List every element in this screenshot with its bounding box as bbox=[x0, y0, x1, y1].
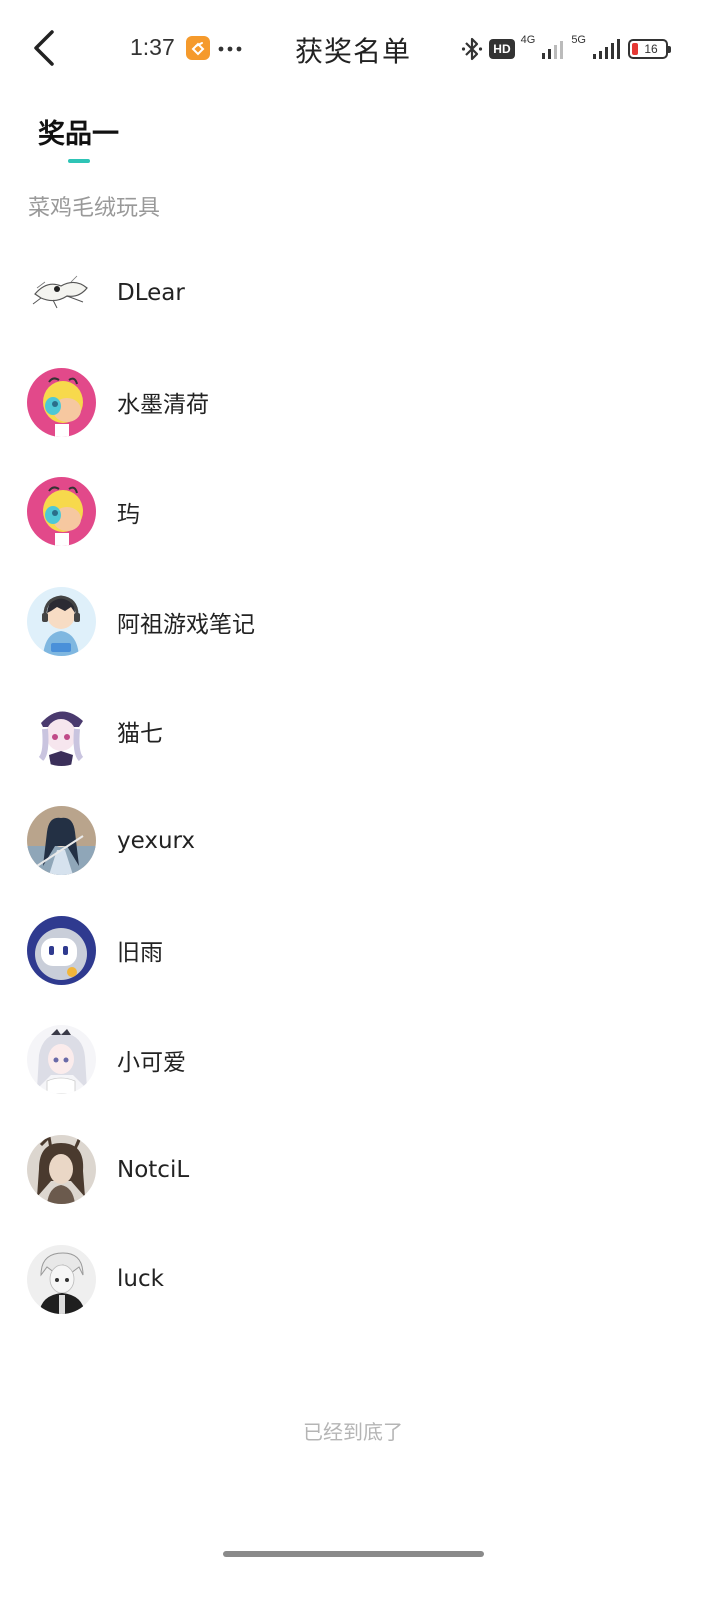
winner-name: 水墨清荷 bbox=[117, 392, 209, 419]
winner-row[interactable]: 玙 bbox=[0, 457, 720, 567]
tab-indicator bbox=[68, 159, 90, 163]
winner-name: yexurx bbox=[117, 827, 195, 854]
winner-name: 猫七 bbox=[117, 721, 163, 748]
blue-robot-avatar bbox=[27, 915, 96, 985]
winner-row[interactable]: yexurx bbox=[0, 786, 720, 896]
winner-name: 小可爱 bbox=[117, 1049, 186, 1076]
status-icons: HD 4G 5G 16 bbox=[461, 34, 671, 62]
winner-row[interactable]: 小可爱 bbox=[0, 1005, 720, 1115]
signal-strength-icon bbox=[593, 39, 620, 59]
signal-strength-icon bbox=[542, 41, 564, 59]
winner-list: DLear 水墨清荷 玙 阿祖游戏笔记 猫七 yexurx 旧雨 小可爱 Not… bbox=[0, 238, 720, 1334]
hd-voice-badge: HD bbox=[489, 39, 515, 59]
sketch-avatar bbox=[27, 258, 96, 328]
battery-icon: 16 bbox=[628, 39, 671, 59]
winner-row[interactable]: 旧雨 bbox=[0, 896, 720, 1006]
winner-name: DLear bbox=[117, 279, 185, 306]
anime-girl-hat-avatar bbox=[27, 696, 96, 766]
tab-prize-one[interactable]: 奖品一 bbox=[38, 112, 119, 151]
brown-hair-portrait-avatar bbox=[27, 1135, 96, 1205]
network-label-5g: 5G bbox=[571, 34, 586, 46]
end-of-list-text: 已经到底了 bbox=[303, 1420, 403, 1444]
winner-name: luck bbox=[117, 1266, 164, 1293]
home-indicator[interactable] bbox=[223, 1551, 484, 1557]
winner-name: 玙 bbox=[117, 501, 140, 528]
monochrome-boy-avatar bbox=[27, 1244, 96, 1314]
winner-list-page: 1:37 获奖名单 HD 4G 5G 16 奖品一 菜鸡毛绒玩具 DLear 水… bbox=[0, 0, 720, 1600]
anime-boy-headphones-avatar bbox=[27, 587, 96, 657]
winner-row[interactable]: DLear bbox=[0, 238, 720, 348]
winner-name: 旧雨 bbox=[117, 940, 163, 967]
bluetooth-icon bbox=[462, 37, 483, 61]
network-label-4g: 4G bbox=[520, 34, 536, 46]
top-bar: 1:37 获奖名单 HD 4G 5G 16 bbox=[0, 0, 720, 96]
pink-mascot-avatar bbox=[27, 367, 96, 437]
prize-name: 菜鸡毛绒玩具 bbox=[28, 196, 161, 221]
pink-mascot-avatar bbox=[27, 477, 96, 547]
winner-row[interactable]: NotciL bbox=[0, 1115, 720, 1225]
battery-level: 16 bbox=[644, 42, 658, 56]
white-hair-girl-avatar bbox=[27, 1025, 96, 1095]
anime-swordsman-avatar bbox=[27, 806, 96, 876]
winner-row[interactable]: 水墨清荷 bbox=[0, 348, 720, 458]
winner-name: NotciL bbox=[117, 1156, 190, 1183]
winner-row[interactable]: 阿祖游戏笔记 bbox=[0, 567, 720, 677]
winner-row[interactable]: 猫七 bbox=[0, 676, 720, 786]
winner-name: 阿祖游戏笔记 bbox=[117, 611, 255, 638]
winner-row[interactable]: luck bbox=[0, 1224, 720, 1334]
